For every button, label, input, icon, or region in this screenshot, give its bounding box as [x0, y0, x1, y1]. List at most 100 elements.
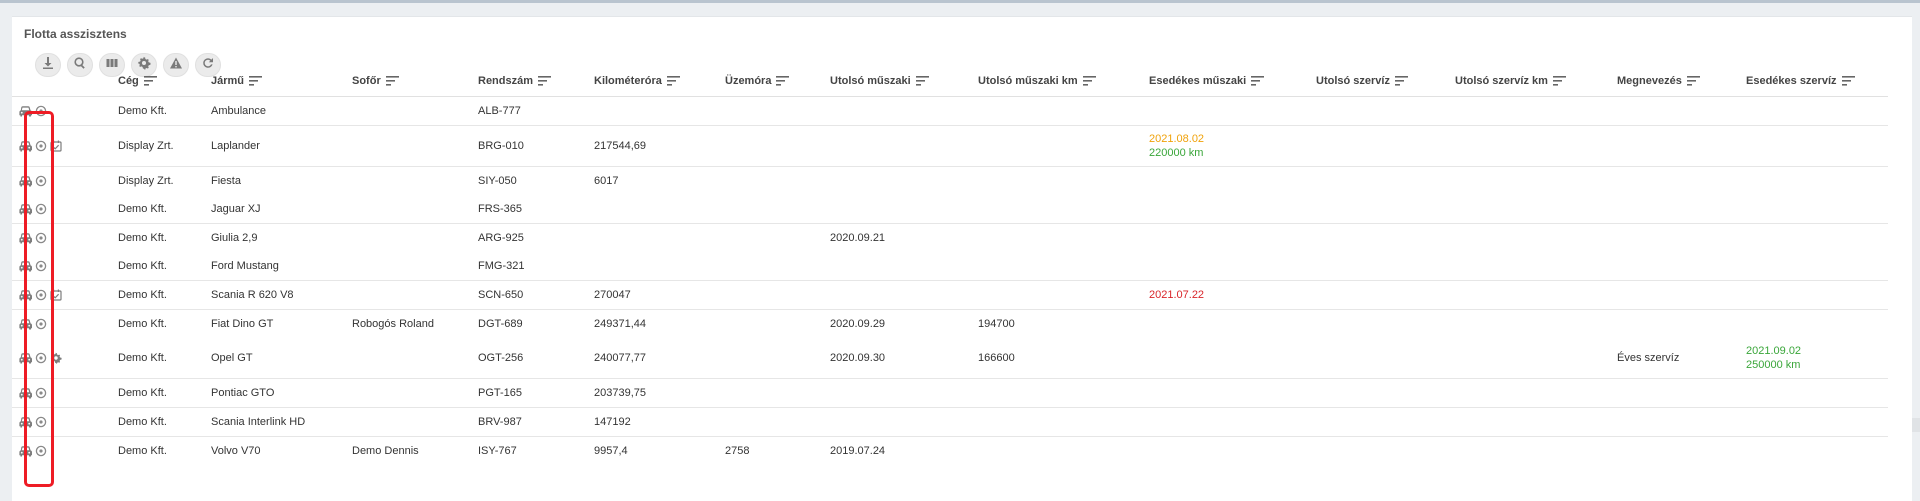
- table-row[interactable]: Demo Kft. Pontiac GTO PGT-165 203739,75: [12, 378, 1888, 408]
- sort-icon[interactable]: [1394, 76, 1408, 86]
- cell-utolso-muszaki: 2019.07.24: [830, 436, 978, 465]
- header-esedekes-muszaki[interactable]: Esedékes műszaki: [1149, 66, 1316, 97]
- car-icon[interactable]: [19, 232, 32, 244]
- header-label: Sofőr: [352, 75, 381, 87]
- header-label: Jármű: [211, 75, 245, 87]
- cell-ceg: Demo Kft.: [118, 280, 211, 310]
- header-uzemora[interactable]: Üzemóra: [725, 66, 830, 97]
- cell-utolso-muszaki: [830, 166, 978, 195]
- row-actions: [12, 378, 118, 408]
- table-row[interactable]: Demo Kft. Opel GT OGT-256 240077,77 2020.09.…: [12, 338, 1888, 379]
- header-rendszam[interactable]: Rendszám: [478, 66, 594, 97]
- table-row[interactable]: Demo Kft. Fiat Dino GT Robogós Roland DGT-6…: [12, 309, 1888, 338]
- car-icon[interactable]: [19, 105, 32, 117]
- sort-icon[interactable]: [249, 76, 263, 86]
- cell-km: 203739,75: [594, 378, 725, 408]
- car-icon[interactable]: [19, 260, 32, 272]
- header-utolso-muszaki-km[interactable]: Utolsó műszaki km: [978, 66, 1149, 97]
- header-utolso-szerviz-km[interactable]: Utolsó szervíz km: [1455, 66, 1617, 97]
- eye-icon[interactable]: [35, 445, 47, 457]
- eye-icon[interactable]: [35, 175, 47, 187]
- sort-icon[interactable]: [666, 76, 680, 86]
- cell-esedekes-szerviz: [1746, 97, 1888, 126]
- table-row[interactable]: Display Zrt. Laplander BRG-010 217544,69 202…: [12, 125, 1888, 167]
- calendar-check-icon[interactable]: [50, 140, 62, 152]
- header-km[interactable]: Kilométeróra: [594, 66, 725, 97]
- cell-esedekes-muszaki: [1149, 223, 1316, 252]
- sort-icon[interactable]: [776, 76, 790, 86]
- sort-icon[interactable]: [1686, 76, 1700, 86]
- cell-jarmu: Scania R 620 V8: [211, 280, 352, 310]
- cell-km: 147192: [594, 407, 725, 437]
- cell-utolso-szerviz-km: [1455, 252, 1617, 281]
- sort-icon[interactable]: [1082, 76, 1096, 86]
- table-row[interactable]: Demo Kft. Ambulance ALB-777: [12, 97, 1888, 126]
- eye-icon[interactable]: [35, 203, 47, 215]
- cell-rendszam: OGT-256: [478, 352, 524, 364]
- row-actions: [12, 252, 118, 281]
- cell-utolso-szerviz: [1316, 223, 1455, 252]
- header-jarmu[interactable]: Jármű: [211, 66, 352, 97]
- table-row[interactable]: Demo Kft. Scania R 620 V8 SCN-650 270047 202…: [12, 280, 1888, 310]
- sort-icon[interactable]: [915, 76, 929, 86]
- cell-esedekes-muszaki: [1149, 378, 1316, 408]
- car-icon[interactable]: [19, 318, 32, 330]
- sort-icon[interactable]: [1552, 76, 1566, 86]
- eye-icon[interactable]: [35, 352, 47, 364]
- cell-utolso-szerviz-km: [1455, 436, 1617, 465]
- car-icon[interactable]: [19, 445, 32, 457]
- table-row[interactable]: Display Zrt. Fiesta SIY-050 6017: [12, 166, 1888, 195]
- car-icon[interactable]: [19, 352, 32, 364]
- calendar-check-icon[interactable]: [50, 289, 62, 301]
- cell-jarmu: Laplander: [211, 125, 352, 167]
- sort-icon[interactable]: [538, 76, 552, 86]
- sort-icon[interactable]: [1251, 76, 1265, 86]
- cell-utolso-szerviz: [1316, 195, 1455, 224]
- cell-esedekes-muszaki: [1149, 309, 1316, 338]
- sort-icon[interactable]: [143, 76, 157, 86]
- fleet-table: Cég Jármű Sofőr Rendszám Kilométeróra Üz…: [12, 66, 1888, 465]
- header-label: Megnevezés: [1617, 75, 1682, 87]
- table-row[interactable]: Demo Kft. Volvo V70 Demo Dennis ISY-767 9957…: [12, 436, 1888, 465]
- cell-ceg: Demo Kft.: [118, 352, 167, 364]
- header-ceg[interactable]: Cég: [118, 66, 211, 97]
- car-icon[interactable]: [19, 289, 32, 301]
- table-row[interactable]: Demo Kft. Ford Mustang FMG-321: [12, 252, 1888, 281]
- eye-icon[interactable]: [35, 416, 47, 428]
- header-label: Utolsó szervíz km: [1455, 75, 1548, 87]
- cell-rendszam: BRV-987: [478, 407, 594, 437]
- table-row[interactable]: Demo Kft. Jaguar XJ FRS-365: [12, 195, 1888, 224]
- cell-ceg: Demo Kft.: [118, 260, 167, 272]
- eye-icon[interactable]: [35, 260, 47, 272]
- eye-icon[interactable]: [35, 140, 47, 152]
- eye-icon[interactable]: [35, 318, 47, 330]
- cell-km: [594, 97, 725, 126]
- car-icon[interactable]: [19, 203, 32, 215]
- table-row[interactable]: Demo Kft. Scania Interlink HD BRV-987 14719…: [12, 407, 1888, 437]
- row-actions: [12, 195, 118, 224]
- eye-icon[interactable]: [35, 232, 47, 244]
- row-actions: [12, 280, 118, 310]
- header-utolso-szerviz[interactable]: Utolsó szervíz: [1316, 66, 1455, 97]
- car-icon[interactable]: [19, 416, 32, 428]
- header-label: Cég: [118, 75, 139, 87]
- sort-icon[interactable]: [1841, 76, 1855, 86]
- cell-utolso-muszaki-km: [978, 378, 1149, 408]
- header-sofor[interactable]: Sofőr: [352, 66, 478, 97]
- sort-icon[interactable]: [385, 76, 399, 86]
- cell-jarmu: Fiesta: [211, 166, 352, 195]
- due-km: 220000 km: [1149, 147, 1204, 159]
- eye-icon[interactable]: [35, 289, 47, 301]
- car-icon[interactable]: [19, 175, 32, 187]
- car-icon[interactable]: [19, 387, 32, 399]
- cell-km: 217544,69: [594, 125, 725, 167]
- table-row[interactable]: Demo Kft. Giulia 2,9 ARG-925 2020.09.21: [12, 223, 1888, 252]
- scroll-edge-tab[interactable]: [1912, 418, 1920, 432]
- car-icon[interactable]: [19, 140, 32, 152]
- eye-icon[interactable]: [35, 387, 47, 399]
- header-megnevezes[interactable]: Megnevezés: [1617, 66, 1746, 97]
- header-esedekes-szerviz[interactable]: Esedékes szervíz: [1746, 66, 1888, 97]
- eye-icon[interactable]: [35, 105, 47, 117]
- gear-icon[interactable]: [50, 352, 62, 364]
- header-utolso-muszaki[interactable]: Utolsó műszaki: [830, 66, 978, 97]
